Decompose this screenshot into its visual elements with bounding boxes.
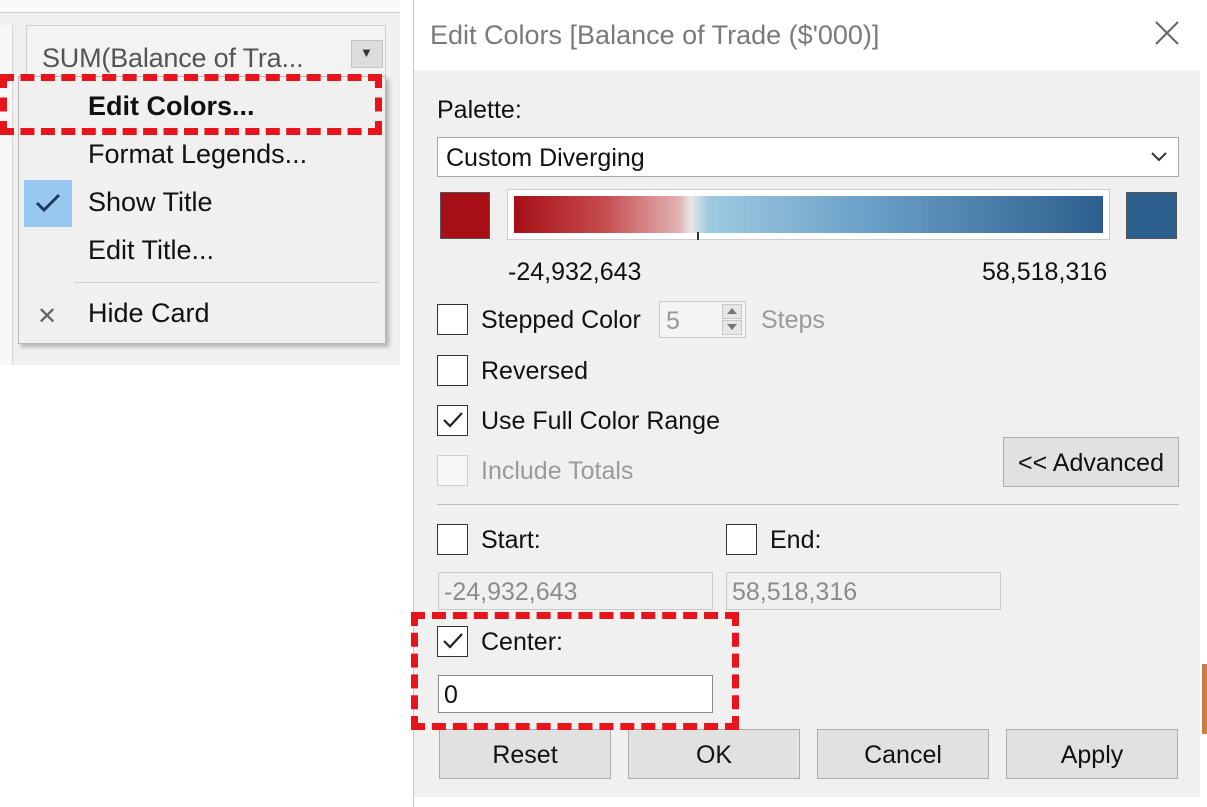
reversed-checkbox[interactable] [437, 355, 468, 386]
apply-button[interactable]: Apply [1006, 729, 1178, 779]
start-color-swatch[interactable] [440, 192, 490, 239]
legend-panel: SUM(Balance of Tra... ▼ Edit Colors... F… [0, 0, 400, 365]
highlight-annotation-edit-colors [0, 74, 382, 135]
panel-top-strip [0, 0, 400, 13]
include-totals-checkbox[interactable] [437, 455, 468, 486]
cancel-button[interactable]: Cancel [817, 729, 989, 779]
checkmark-icon [443, 412, 463, 428]
legend-card-header: SUM(Balance of Tra... ▼ [26, 25, 386, 77]
end-checkbox[interactable] [726, 524, 757, 555]
range-max-value: 58,518,316 [982, 258, 1108, 286]
palette-select[interactable]: Custom Diverging [437, 137, 1179, 177]
dialog-titlebar: Edit Colors [Balance of Trade ($'000)] [414, 0, 1207, 70]
dialog-title: Edit Colors [Balance of Trade ($'000)] [430, 20, 880, 50]
menu-item-label: Format Legends... [88, 139, 308, 169]
stepped-color-label: Stepped Color [481, 306, 641, 334]
advanced-separator [437, 504, 1179, 505]
use-full-color-range-label: Use Full Color Range [481, 407, 720, 435]
steps-label: Steps [761, 306, 825, 334]
end-color-swatch[interactable] [1126, 192, 1177, 239]
advanced-button[interactable]: << Advanced [1003, 437, 1179, 487]
cancel-button-label: Cancel [864, 741, 942, 769]
menu-item-show-title[interactable]: Show Title [19, 181, 385, 227]
gradient-center-tick [697, 232, 699, 240]
color-gradient-preview [507, 189, 1110, 240]
close-icon[interactable] [1150, 16, 1184, 50]
menu-item-label: Edit Title... [88, 235, 215, 265]
legend-card-menu-button[interactable]: ▼ [351, 40, 383, 68]
use-full-color-range-checkbox[interactable] [437, 405, 468, 436]
background-window-edge [1202, 664, 1207, 734]
start-value: -24,932,643 [444, 578, 578, 606]
menu-item-label: Hide Card [88, 298, 210, 328]
range-min-value: -24,932,643 [508, 258, 642, 286]
gradient-bar [514, 196, 1103, 240]
end-label: End: [770, 526, 822, 554]
triangle-down-icon: ▼ [360, 45, 373, 60]
steps-value: 5 [666, 307, 680, 335]
menu-item-edit-title[interactable]: Edit Title... [19, 229, 385, 275]
palette-selected-value: Custom Diverging [446, 144, 645, 172]
highlight-annotation-center [411, 612, 739, 730]
end-value: 58,518,316 [732, 578, 858, 606]
start-checkbox[interactable] [437, 524, 468, 555]
close-icon: ✕ [37, 303, 58, 330]
ok-button[interactable]: OK [628, 729, 800, 779]
advanced-button-label: << Advanced [1018, 449, 1164, 477]
ok-button-label: OK [695, 741, 733, 769]
menu-item-format-legends[interactable]: Format Legends... [19, 133, 385, 179]
end-value-field[interactable]: 58,518,316 [726, 572, 1001, 610]
dialog-bottom-strip [414, 797, 1207, 807]
spin-down-icon[interactable] [722, 320, 742, 335]
stepped-color-checkbox[interactable] [437, 304, 468, 335]
menu-separator [74, 282, 379, 283]
steps-spinner[interactable]: 5 [659, 301, 746, 338]
apply-button-label: Apply [1060, 741, 1124, 769]
palette-label: Palette: [437, 96, 522, 124]
start-value-field[interactable]: -24,932,643 [438, 572, 713, 610]
chevron-down-icon [1151, 152, 1167, 162]
start-label: Start: [481, 526, 541, 554]
reset-button[interactable]: Reset [439, 729, 611, 779]
menu-item-label: Show Title [88, 187, 213, 217]
spin-up-icon[interactable] [722, 304, 742, 319]
reset-button-label: Reset [492, 741, 558, 769]
menu-item-hide-card[interactable]: ✕ Hide Card [19, 292, 385, 338]
include-totals-label: Include Totals [481, 457, 634, 485]
reversed-label: Reversed [481, 357, 588, 385]
legend-card-title: SUM(Balance of Tra... [42, 43, 304, 73]
